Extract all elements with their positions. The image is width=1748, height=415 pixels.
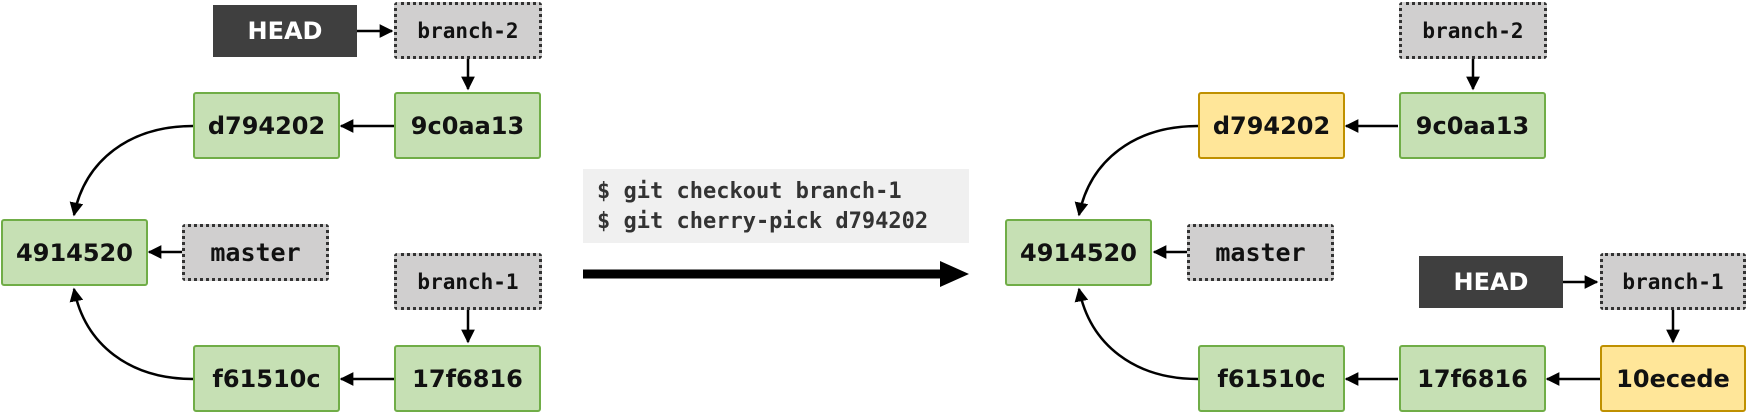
master-ref: master [182,224,329,281]
command-panel: $ git checkout branch-1 $ git cherry-pic… [583,169,969,243]
commit-17f6816-after: 17f6816 [1399,345,1546,412]
arrow-d794202-to-4914520 [69,124,194,217]
commit-9c0aa13: 9c0aa13 [394,92,541,159]
head-label-after: HEAD [1419,256,1563,308]
commit-4914520: 4914520 [1,219,148,286]
command-line: $ git checkout branch-1 [597,179,902,204]
commit-17f6816: 17f6816 [394,345,541,412]
head-label: HEAD [213,5,357,57]
master-ref-after: master [1187,224,1334,281]
transition-arrowhead [940,261,969,287]
commit-d794202-after: d794202 [1198,92,1345,159]
arrow-f61510c-to-4914520-after [1074,287,1199,381]
branch-1-ref: branch-1 [394,253,542,310]
branch-2-ref-after: branch-2 [1399,2,1547,59]
commit-f61510c-after: f61510c [1198,345,1345,412]
branch-2-ref: branch-2 [394,2,542,59]
commit-f61510c: f61510c [193,345,340,412]
arrow-d794202-to-4914520-after [1074,124,1199,217]
command-line: $ git cherry-pick d794202 [597,209,929,234]
commit-4914520-after: 4914520 [1005,219,1152,286]
arrow-f61510c-to-4914520 [69,287,194,381]
commit-9c0aa13-after: 9c0aa13 [1399,92,1546,159]
branch-1-ref-after: branch-1 [1600,253,1746,310]
commit-d794202: d794202 [193,92,340,159]
commit-10ecede-after: 10ecede [1600,345,1746,412]
